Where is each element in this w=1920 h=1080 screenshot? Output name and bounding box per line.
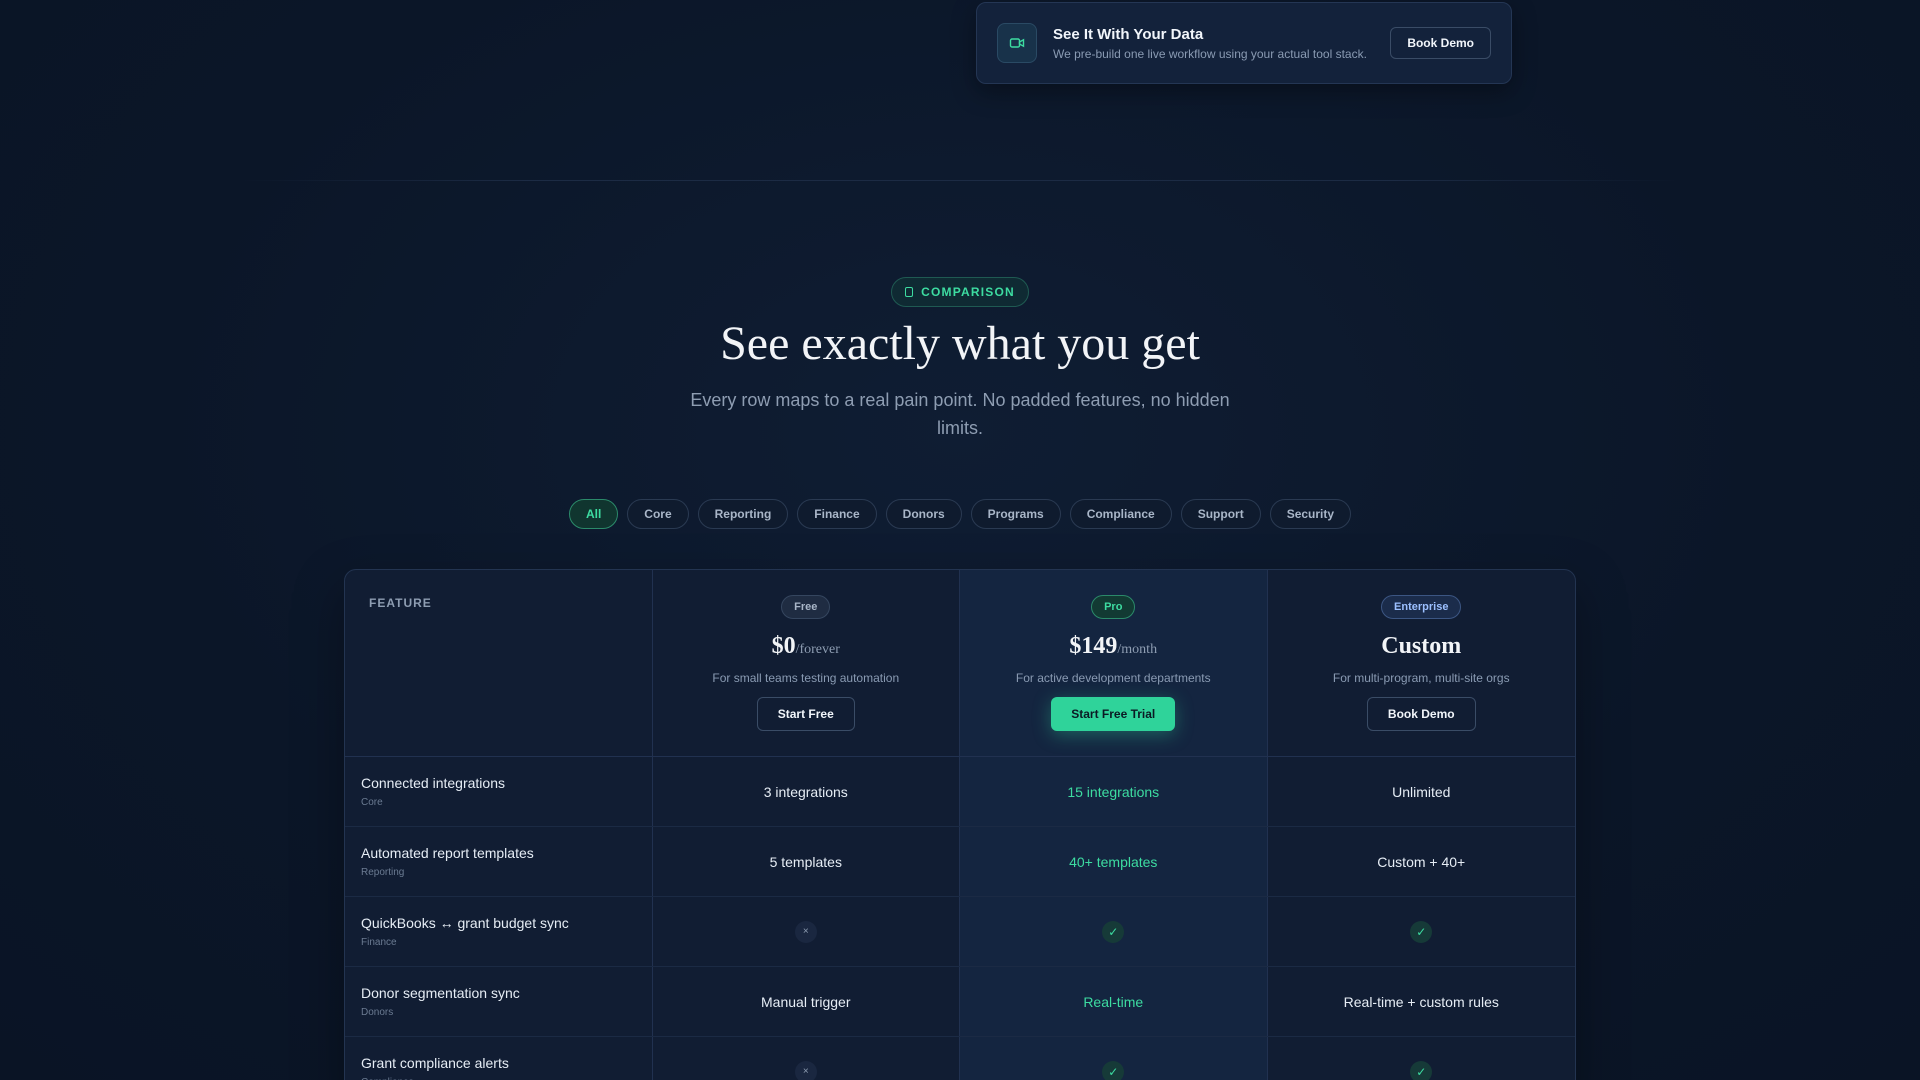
value-text: 15 integrations	[1067, 783, 1160, 800]
table-header-row: FEATURE Free $0 /forever For small teams…	[345, 570, 1575, 757]
feature-cell: QuickBooks ↔ grant budget sync Finance	[345, 897, 653, 966]
value-text: Unlimited	[1392, 783, 1451, 800]
plan-pro: Pro $149 /month For active development d…	[960, 570, 1268, 756]
check-icon: ✓	[1410, 920, 1433, 943]
price-free: $0 /forever	[772, 633, 840, 663]
tier-badge-free: Free	[781, 595, 831, 619]
value-text: Real-time	[1083, 993, 1144, 1010]
value-text: Custom + 40+	[1377, 853, 1466, 870]
feature-cell: Grant compliance alertsCompliance	[345, 1037, 653, 1080]
filter-pill-compliance[interactable]: Compliance	[1069, 499, 1172, 529]
value-cell: Custom + 40+	[1268, 827, 1575, 896]
page-subtitle: Every row maps to a real pain point. No …	[690, 390, 1230, 438]
filter-pill-security[interactable]: Security	[1269, 499, 1352, 529]
value-cell: ✓	[1268, 897, 1575, 966]
price-value: $149	[1069, 633, 1118, 659]
x-icon: ×	[794, 920, 817, 943]
feature-name: Automated report templates	[361, 845, 534, 861]
start-free-button[interactable]: Start Free	[756, 697, 855, 731]
feature-category: Finance	[361, 937, 397, 948]
value-cell: ×	[653, 897, 961, 966]
value-text: 40+ templates	[1069, 853, 1158, 870]
value-cell: ✓	[1268, 1037, 1575, 1080]
value-cell: Manual trigger	[653, 967, 961, 1036]
check-icon: ✓	[1102, 920, 1125, 943]
feature-name: Grant compliance alerts	[361, 1055, 509, 1071]
table-row: Grant compliance alertsCompliance × ✓ ✓	[345, 1037, 1575, 1080]
document-icon	[905, 287, 914, 297]
table-body: Connected integrations Core 3 integrations…	[345, 757, 1575, 1080]
book-demo-button[interactable]: Book Demo	[1390, 27, 1491, 59]
feature-name: Donor segmentation sync	[361, 985, 520, 1001]
filter-bar: All Core Reporting Finance Donors Programs Com…	[0, 499, 1920, 529]
comparison-badge: COMPARISON	[891, 277, 1029, 307]
feature-cell: Connected integrations Core	[345, 757, 653, 826]
price-enterprise: Custom	[1381, 633, 1461, 663]
filter-pill-support[interactable]: Support	[1180, 499, 1261, 529]
x-icon: ×	[794, 1060, 817, 1080]
value-cell: 15 integrations	[960, 757, 1268, 826]
feature-column-header: FEATURE	[345, 570, 653, 756]
value-text: 3 integrations	[763, 783, 848, 800]
value-text: Manual trigger	[761, 993, 851, 1010]
filter-pill-reporting[interactable]: Reporting	[697, 499, 789, 529]
feature-category: Donors	[361, 1007, 394, 1018]
enterprise-book-demo-button[interactable]: Book Demo	[1366, 697, 1476, 731]
table-row: Donor segmentation sync Donors Manual trig…	[345, 967, 1575, 1037]
value-cell: ×	[653, 1037, 961, 1080]
plan-description: For multi-program, multi-site orgs	[1332, 671, 1510, 685]
section-divider	[240, 180, 1680, 181]
plan-free: Free $0 /forever For small teams testing…	[653, 570, 960, 756]
table-row: Connected integrations Core 3 integrations…	[345, 757, 1575, 827]
price-value: $0	[771, 633, 796, 659]
price-pro: $149 /month	[1069, 633, 1157, 663]
value-cell: ✓	[960, 897, 1268, 966]
tier-badge-pro: Pro	[1091, 595, 1136, 619]
filter-pill-finance[interactable]: Finance	[797, 499, 877, 529]
demo-text: See It With Your Data We pre-build one l…	[1053, 26, 1390, 61]
demo-subtitle: We pre-build one live workflow using you…	[1053, 46, 1367, 61]
video-camera-icon	[997, 23, 1037, 63]
value-text: Real-time + custom rules	[1343, 993, 1499, 1010]
demo-title: See It With Your Data	[1053, 25, 1204, 43]
table-row: Automated report templates Reporting 5 tem…	[345, 827, 1575, 897]
table-row: QuickBooks ↔ grant budget sync Finance × ✓ ✓	[345, 897, 1575, 967]
demo-banner: See It With Your Data We pre-build one l…	[976, 2, 1512, 84]
value-cell: 3 integrations	[653, 757, 961, 826]
check-icon: ✓	[1410, 1060, 1433, 1080]
comparison-badge-label: COMPARISON	[921, 285, 1015, 299]
value-cell: Real-time + custom rules	[1268, 967, 1575, 1036]
feature-category: Core	[361, 797, 383, 808]
comparison-table: FEATURE Free $0 /forever For small teams…	[344, 569, 1576, 1080]
feature-name: Connected integrations	[361, 775, 505, 791]
value-cell: Unlimited	[1268, 757, 1575, 826]
feature-category: Reporting	[361, 867, 405, 878]
value-cell: ✓	[960, 1037, 1268, 1080]
page-title: See exactly what you get	[720, 317, 1200, 370]
value-cell: 5 templates	[653, 827, 961, 896]
check-icon: ✓	[1102, 1060, 1125, 1080]
feature-name: QuickBooks ↔ grant budget sync	[361, 915, 569, 931]
price-period: /forever	[795, 642, 840, 657]
value-cell: 40+ templates	[960, 827, 1268, 896]
price-period: /month	[1117, 642, 1158, 657]
feature-cell: Automated report templates Reporting	[345, 827, 653, 896]
plan-description: For active development departments	[1015, 671, 1211, 685]
feature-cell: Donor segmentation sync Donors	[345, 967, 653, 1036]
plan-enterprise: Enterprise Custom For multi-program, mul…	[1268, 570, 1576, 756]
filter-pill-programs[interactable]: Programs	[970, 499, 1061, 529]
plan-description: For small teams testing automation	[712, 671, 900, 685]
price-value: Custom	[1381, 633, 1462, 659]
filter-pill-donors[interactable]: Donors	[885, 499, 962, 529]
tier-badge-enterprise: Enterprise	[1381, 595, 1462, 619]
start-free-trial-button[interactable]: Start Free Trial	[1051, 697, 1176, 731]
filter-pill-all[interactable]: All	[568, 499, 619, 529]
value-cell: Real-time	[960, 967, 1268, 1036]
value-text: 5 templates	[769, 853, 842, 870]
filter-pill-core[interactable]: Core	[627, 499, 689, 529]
feature-header-label: FEATURE	[369, 596, 432, 610]
